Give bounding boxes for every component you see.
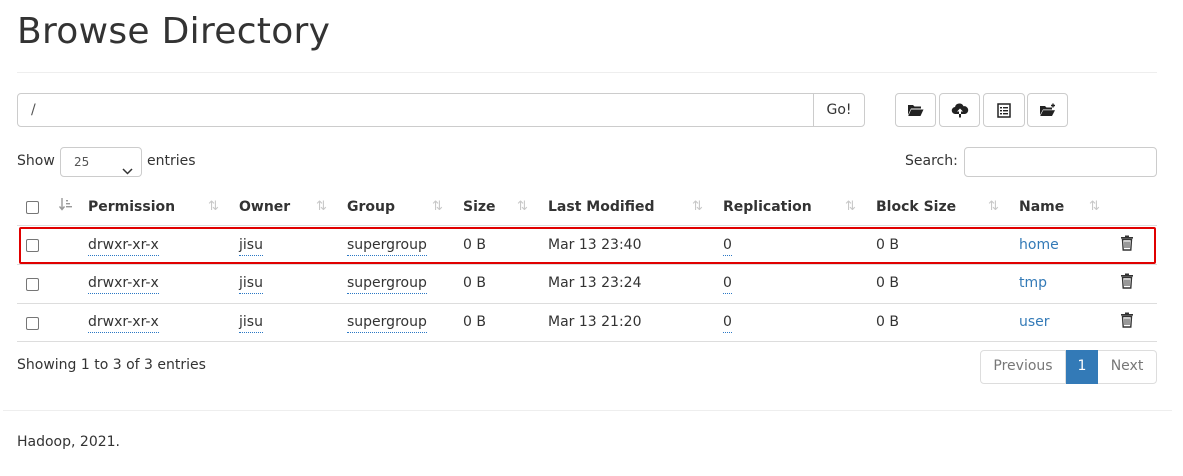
row-block-size: 0 B: [876, 314, 899, 330]
next-page-button[interactable]: Next: [1098, 350, 1157, 384]
header-divider: [17, 225, 1157, 226]
row-replication[interactable]: 0: [723, 274, 732, 294]
footer-text: Hadoop, 2021.: [17, 434, 120, 450]
row-size: 0 B: [463, 237, 486, 253]
new-folder-icon: [1039, 103, 1057, 117]
row-permission[interactable]: drwxr-xr-x: [88, 236, 159, 256]
row-size: 0 B: [463, 314, 486, 330]
previous-page-button[interactable]: Previous: [980, 350, 1066, 384]
show-label: Show: [17, 153, 55, 169]
sort-both-icon[interactable]: ⇅: [692, 198, 703, 216]
table-info: Showing 1 to 3 of 3 entries: [17, 357, 206, 373]
upload-button[interactable]: [939, 93, 980, 127]
sort-desc-icon[interactable]: [58, 197, 73, 217]
go-button[interactable]: Go!: [813, 93, 865, 127]
new-folder-button[interactable]: [1027, 93, 1068, 127]
row-checkbox[interactable]: [26, 278, 39, 291]
sort-both-icon[interactable]: ⇅: [988, 198, 999, 216]
row-checkbox[interactable]: [26, 239, 39, 252]
column-permission[interactable]: Permission: [88, 198, 175, 216]
column-last-modified[interactable]: Last Modified: [548, 198, 655, 216]
row-last-modified: Mar 13 21:20: [548, 314, 642, 330]
row-permission[interactable]: drwxr-xr-x: [88, 274, 159, 294]
sort-both-icon[interactable]: ⇅: [845, 198, 856, 216]
cut-paste-button[interactable]: [983, 93, 1025, 127]
row-divider: [17, 264, 1157, 265]
entries-per-page-select[interactable]: 25: [60, 147, 142, 177]
row-size: 0 B: [463, 275, 486, 291]
cloud-upload-icon: [951, 103, 969, 118]
row-group[interactable]: supergroup: [347, 236, 427, 256]
row-replication[interactable]: 0: [723, 313, 732, 333]
list-alt-icon: [997, 102, 1011, 118]
select-all-checkbox[interactable]: [26, 201, 39, 214]
row-name-link[interactable]: tmp: [1019, 274, 1047, 292]
row-block-size: 0 B: [876, 275, 899, 291]
row-checkbox[interactable]: [26, 317, 39, 330]
row-divider: [17, 303, 1157, 304]
column-owner[interactable]: Owner: [239, 198, 290, 216]
path-input[interactable]: /: [17, 93, 814, 127]
create-directory-button[interactable]: [895, 93, 936, 127]
page-1-button[interactable]: 1: [1066, 350, 1098, 384]
row-block-size: 0 B: [876, 237, 899, 253]
column-size[interactable]: Size: [463, 198, 496, 216]
folder-open-icon: [907, 103, 924, 117]
entries-label: entries: [147, 153, 196, 169]
row-last-modified: Mar 13 23:24: [548, 275, 642, 291]
trash-icon[interactable]: [1120, 235, 1134, 255]
chevron-down-icon: [122, 157, 133, 185]
table-bottom-divider: [17, 341, 1157, 342]
row-name-link[interactable]: user: [1019, 313, 1050, 331]
sort-both-icon[interactable]: ⇅: [1089, 198, 1100, 216]
row-owner[interactable]: jisu: [239, 274, 263, 294]
sort-both-icon[interactable]: ⇅: [316, 198, 327, 216]
row-group[interactable]: supergroup: [347, 274, 427, 294]
search-label: Search:: [905, 153, 958, 169]
row-last-modified: Mar 13 23:40: [548, 237, 642, 253]
page-title: Browse Directory: [17, 11, 331, 52]
row-owner[interactable]: jisu: [239, 236, 263, 256]
sort-both-icon[interactable]: ⇅: [208, 198, 219, 216]
row-owner[interactable]: jisu: [239, 313, 263, 333]
footer-divider: [3, 410, 1172, 411]
column-block-size[interactable]: Block Size: [876, 198, 956, 216]
sort-both-icon[interactable]: ⇅: [517, 198, 528, 216]
trash-icon[interactable]: [1120, 312, 1134, 332]
column-replication[interactable]: Replication: [723, 198, 812, 216]
column-group[interactable]: Group: [347, 198, 395, 216]
entries-per-page-value: 25: [74, 155, 90, 169]
sort-both-icon[interactable]: ⇅: [432, 198, 443, 216]
row-permission[interactable]: drwxr-xr-x: [88, 313, 159, 333]
trash-icon[interactable]: [1120, 273, 1134, 293]
row-replication[interactable]: 0: [723, 236, 732, 256]
column-name[interactable]: Name: [1019, 198, 1064, 216]
row-group[interactable]: supergroup: [347, 313, 427, 333]
title-divider: [17, 72, 1157, 73]
search-input[interactable]: [964, 147, 1157, 177]
row-name-link[interactable]: home: [1019, 236, 1059, 254]
